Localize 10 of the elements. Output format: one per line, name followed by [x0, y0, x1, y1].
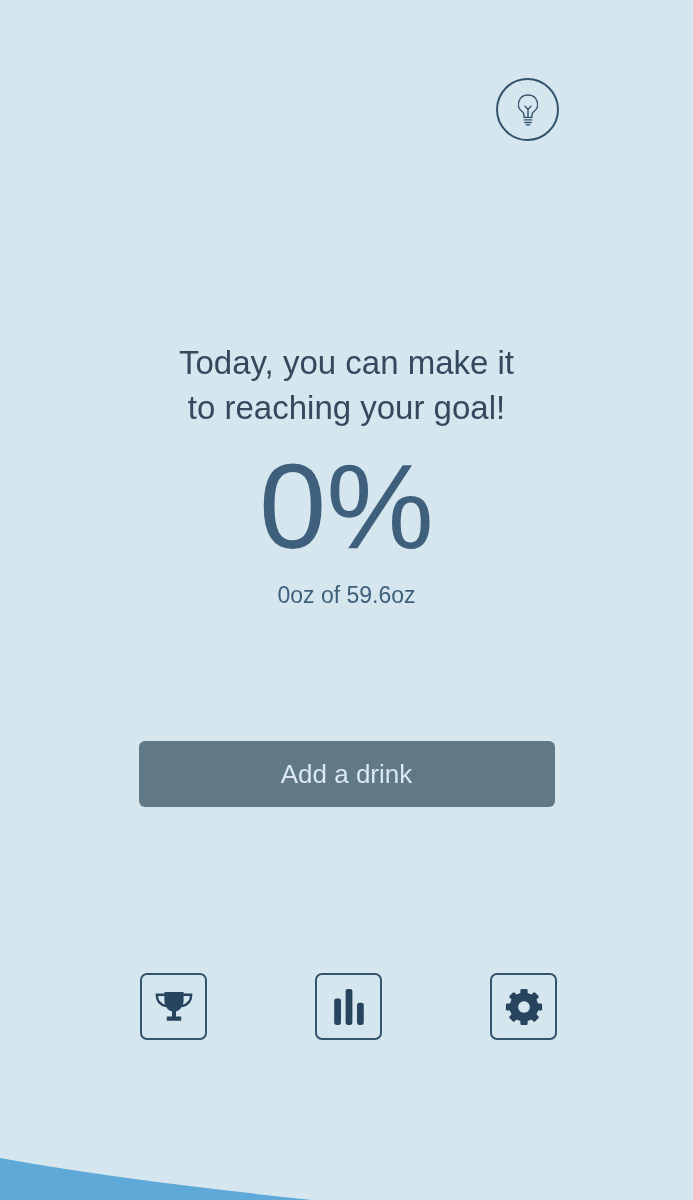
progress-amount: 0oz of 59.6oz	[277, 581, 416, 610]
add-drink-button[interactable]: Add a drink	[138, 741, 555, 807]
progress-percent: 0%	[259, 446, 434, 566]
statistics-button[interactable]	[315, 973, 382, 1040]
tip-button[interactable]	[496, 78, 559, 141]
settings-icon	[504, 987, 543, 1026]
trophy-button[interactable]	[140, 973, 207, 1040]
lightbulb-icon	[517, 93, 538, 126]
goal-message: Today, you can make it to reaching your goal!	[177, 343, 516, 428]
settings-button[interactable]	[490, 973, 557, 1040]
